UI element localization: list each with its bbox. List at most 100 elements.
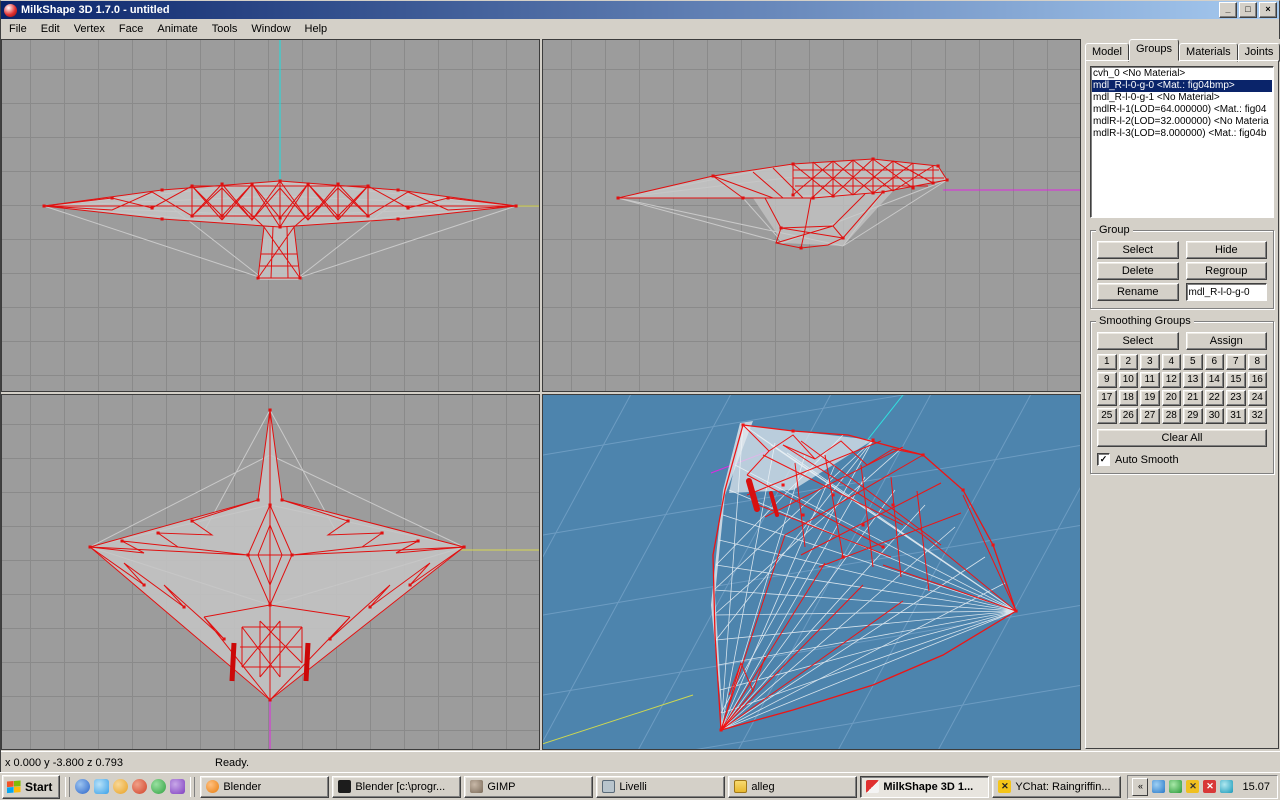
taskbar-clock[interactable]: 15.07 — [1237, 781, 1270, 793]
delete-button[interactable]: Delete — [1097, 262, 1179, 280]
quick-launch-icon-6[interactable] — [170, 779, 185, 794]
quick-launch-icon-3[interactable] — [113, 779, 128, 794]
console-icon — [338, 780, 351, 793]
menu-file[interactable]: File — [2, 20, 34, 38]
select-button[interactable]: Select — [1097, 241, 1179, 259]
sg-button-11[interactable]: 11 — [1140, 372, 1160, 388]
menu-animate[interactable]: Animate — [150, 20, 204, 38]
gimp-icon — [470, 780, 483, 793]
sg-button-20[interactable]: 20 — [1162, 390, 1182, 406]
sg-button-24[interactable]: 24 — [1248, 390, 1268, 406]
menu-edit[interactable]: Edit — [34, 20, 67, 38]
sg-button-3[interactable]: 3 — [1140, 354, 1160, 370]
task-button-ychat[interactable]: ✕ YChat: Raingriffin... — [992, 776, 1121, 798]
auto-smooth-label: Auto Smooth — [1115, 454, 1179, 466]
sg-button-25[interactable]: 25 — [1097, 408, 1117, 424]
menu-tools[interactable]: Tools — [205, 20, 245, 38]
tray-chevron-icon[interactable]: « — [1132, 778, 1148, 796]
group-box: Group Select Hide Delete Regroup Rename — [1090, 230, 1274, 309]
close-button[interactable]: × — [1259, 2, 1277, 18]
tab-groups[interactable]: Groups — [1129, 39, 1179, 61]
task-button-milkshape[interactable]: MilkShape 3D 1... — [860, 776, 989, 798]
sg-button-17[interactable]: 17 — [1097, 390, 1117, 406]
sg-button-19[interactable]: 19 — [1140, 390, 1160, 406]
sg-button-13[interactable]: 13 — [1183, 372, 1203, 388]
tray-icon-1[interactable] — [1152, 780, 1165, 793]
sg-button-22[interactable]: 22 — [1205, 390, 1225, 406]
right-panel: Model Groups Materials Joints cvh_0 <No … — [1083, 39, 1280, 751]
task-button-livelli[interactable]: Livelli — [596, 776, 725, 798]
list-item[interactable]: mdlR-l-3(LOD=8.000000) <Mat.: fig04b — [1092, 128, 1272, 140]
viewport-top[interactable] — [1, 394, 540, 750]
smoothing-assign-button[interactable]: Assign — [1186, 332, 1268, 350]
tray-icon-5[interactable] — [1220, 780, 1233, 793]
sg-button-23[interactable]: 23 — [1226, 390, 1246, 406]
regroup-button[interactable]: Regroup — [1186, 262, 1268, 280]
quick-launch-icon-5[interactable] — [151, 779, 166, 794]
list-item[interactable]: mdl_R-l-0-g-1 <No Material> — [1092, 92, 1272, 104]
viewport-front[interactable] — [1, 39, 540, 392]
viewport-3d[interactable] — [542, 394, 1081, 750]
viewport-side[interactable] — [542, 39, 1081, 392]
perspective-wireframe — [543, 395, 1080, 749]
list-item[interactable]: mdlR-l-2(LOD=32.000000) <No Materia — [1092, 116, 1272, 128]
hide-button[interactable]: Hide — [1186, 241, 1268, 259]
quick-launch-icon-4[interactable] — [132, 779, 147, 794]
sg-button-10[interactable]: 10 — [1119, 372, 1139, 388]
menu-face[interactable]: Face — [112, 20, 150, 38]
sg-button-18[interactable]: 18 — [1119, 390, 1139, 406]
task-button-alleg[interactable]: alleg — [728, 776, 857, 798]
cursor-coordinates: x 0.000 y -3.800 z 0.793 — [5, 757, 123, 769]
restore-button[interactable]: □ — [1239, 2, 1257, 18]
sg-button-16[interactable]: 16 — [1248, 372, 1268, 388]
sg-button-28[interactable]: 28 — [1162, 408, 1182, 424]
sg-button-15[interactable]: 15 — [1226, 372, 1246, 388]
menu-vertex[interactable]: Vertex — [67, 20, 112, 38]
auto-smooth-checkbox[interactable]: ✓ — [1097, 453, 1110, 466]
tray-icon-4[interactable]: ✕ — [1203, 780, 1216, 793]
sg-button-32[interactable]: 32 — [1248, 408, 1268, 424]
sg-button-6[interactable]: 6 — [1205, 354, 1225, 370]
front-wireframe — [2, 40, 539, 391]
quick-launch-icon-2[interactable] — [94, 779, 109, 794]
sg-button-8[interactable]: 8 — [1248, 354, 1268, 370]
task-button-blender[interactable]: Blender — [200, 776, 329, 798]
task-button-blender-console[interactable]: Blender [c:\progr... — [332, 776, 461, 798]
smoothing-select-button[interactable]: Select — [1097, 332, 1179, 350]
start-button[interactable]: Start — [2, 775, 60, 799]
list-item-selected[interactable]: mdl_R-l-0-g-0 <Mat.: fig04bmp> — [1092, 80, 1272, 92]
rename-input[interactable] — [1186, 283, 1268, 301]
list-item[interactable]: mdlR-l-1(LOD=64.000000) <Mat.: fig04 — [1092, 104, 1272, 116]
menu-bar: File Edit Vertex Face Animate Tools Wind… — [1, 19, 1279, 39]
status-message: Ready. — [215, 757, 249, 769]
sg-button-21[interactable]: 21 — [1183, 390, 1203, 406]
sg-button-12[interactable]: 12 — [1162, 372, 1182, 388]
clear-all-button[interactable]: Clear All — [1097, 429, 1267, 447]
sg-button-29[interactable]: 29 — [1183, 408, 1203, 424]
quick-launch-icon-1[interactable] — [75, 779, 90, 794]
sg-button-2[interactable]: 2 — [1119, 354, 1139, 370]
sg-button-31[interactable]: 31 — [1226, 408, 1246, 424]
sg-button-30[interactable]: 30 — [1205, 408, 1225, 424]
tray-icon-2[interactable] — [1169, 780, 1182, 793]
title-bar[interactable]: MilkShape 3D 1.7.0 - untitled _ □ × — [1, 1, 1279, 19]
sg-button-26[interactable]: 26 — [1119, 408, 1139, 424]
rename-button[interactable]: Rename — [1097, 283, 1179, 301]
sg-button-9[interactable]: 9 — [1097, 372, 1117, 388]
sg-button-27[interactable]: 27 — [1140, 408, 1160, 424]
menu-window[interactable]: Window — [244, 20, 297, 38]
sg-button-1[interactable]: 1 — [1097, 354, 1117, 370]
sg-button-5[interactable]: 5 — [1183, 354, 1203, 370]
workspace: Model Groups Materials Joints cvh_0 <No … — [1, 39, 1280, 751]
sg-button-7[interactable]: 7 — [1226, 354, 1246, 370]
tray-icon-3[interactable]: ✕ — [1186, 780, 1199, 793]
groups-list[interactable]: cvh_0 <No Material> mdl_R-l-0-g-0 <Mat.:… — [1090, 66, 1274, 218]
milkshape-icon — [866, 780, 879, 793]
list-item[interactable]: cvh_0 <No Material> — [1092, 68, 1272, 80]
minimize-button[interactable]: _ — [1219, 2, 1237, 18]
menu-help[interactable]: Help — [298, 20, 335, 38]
task-button-gimp[interactable]: GIMP — [464, 776, 593, 798]
sg-button-4[interactable]: 4 — [1162, 354, 1182, 370]
taskbar-divider — [65, 777, 70, 797]
sg-button-14[interactable]: 14 — [1205, 372, 1225, 388]
